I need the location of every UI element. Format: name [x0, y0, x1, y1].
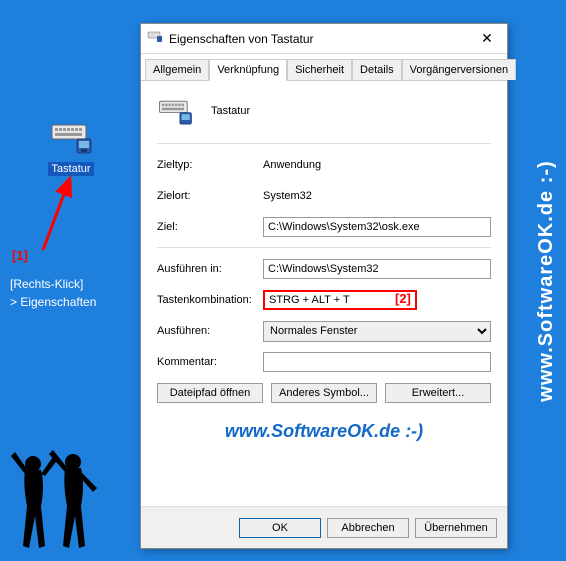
zielort-value: System32: [263, 190, 312, 202]
separator: [157, 247, 491, 248]
ziel-label: Ziel:: [157, 221, 263, 233]
ausfuehren-in-input[interactable]: [263, 259, 491, 279]
ausfuehren-in-label: Ausführen in:: [157, 263, 263, 275]
close-button[interactable]: ✕: [473, 28, 501, 50]
ok-button[interactable]: OK: [239, 518, 321, 538]
kommentar-input[interactable]: [263, 352, 491, 372]
dialog-footer: OK Abbrechen Übernehmen: [141, 506, 507, 548]
keyboard-icon: [49, 115, 93, 159]
decorative-figures: [5, 436, 115, 556]
tab-sicherheit[interactable]: Sicherheit: [287, 59, 352, 80]
zielort-label: Zielort:: [157, 190, 263, 202]
dialog-title: Eigenschaften von Tastatur: [169, 32, 473, 46]
tab-details[interactable]: Details: [352, 59, 402, 80]
erweitert-button[interactable]: Erweitert...: [385, 383, 491, 403]
anderes-symbol-button[interactable]: Anderes Symbol...: [271, 383, 377, 403]
tab-vorgaengerversionen[interactable]: Vorgängerversionen: [402, 59, 516, 80]
uebernehmen-button[interactable]: Übernehmen: [415, 518, 497, 538]
zieltyp-value: Anwendung: [263, 159, 321, 171]
annotation-instructions: [Rechts-Klick] > Eigenschaften: [10, 275, 96, 311]
dateipfad-oeffnen-button[interactable]: Dateipfad öffnen: [157, 383, 263, 403]
watermark-vertical: www.SoftwareOK.de :-): [535, 160, 558, 401]
watermark-inline: www.SoftwareOK.de :-): [157, 421, 491, 442]
titlebar[interactable]: Eigenschaften von Tastatur ✕: [141, 24, 507, 54]
tastenkombination-input[interactable]: [263, 290, 417, 310]
header-name: Tastatur: [211, 105, 250, 117]
desktop-shortcut-label: Tastatur: [48, 162, 93, 176]
tastenkombination-label: Tastenkombination:: [157, 294, 263, 306]
tab-allgemein[interactable]: Allgemein: [145, 59, 209, 80]
desktop-shortcut[interactable]: Tastatur: [45, 115, 97, 177]
ziel-input[interactable]: [263, 217, 491, 237]
ausfuehren-label: Ausführen:: [157, 325, 263, 337]
annotation-properties: > Eigenschaften: [10, 293, 96, 311]
keyboard-icon: [147, 28, 163, 49]
tab-content: Tastatur Zieltyp: Anwendung Zielort: Sys…: [141, 81, 507, 454]
annotation-arrow: [35, 170, 85, 260]
keyboard-icon: [157, 93, 193, 129]
tab-verknuepfung[interactable]: Verknüpfung: [209, 59, 287, 81]
annotation-marker-2: [2]: [395, 291, 411, 306]
tab-strip: Allgemein Verknüpfung Sicherheit Details…: [141, 56, 507, 81]
kommentar-label: Kommentar:: [157, 356, 263, 368]
abbrechen-button[interactable]: Abbrechen: [327, 518, 409, 538]
annotation-rightclick: [Rechts-Klick]: [10, 275, 96, 293]
zieltyp-label: Zieltyp:: [157, 159, 263, 171]
separator: [157, 143, 491, 144]
annotation-marker-1: [1]: [12, 248, 28, 263]
ausfuehren-select[interactable]: Normales Fenster: [263, 321, 491, 342]
properties-dialog: Eigenschaften von Tastatur ✕ Allgemein V…: [140, 23, 508, 549]
